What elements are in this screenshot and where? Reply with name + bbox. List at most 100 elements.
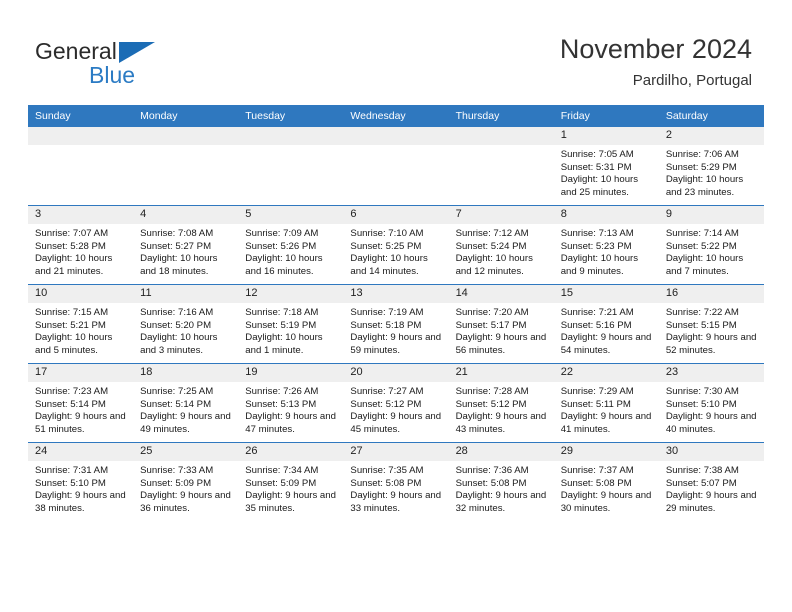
calendar-day-cell[interactable]: 28 Sunrise: 7:36 AM Sunset: 5:08 PM Dayligh… [448,442,554,521]
weekday-header-friday: Friday [553,105,659,127]
daylight-text: Daylight: 9 hours and 29 minutes. [665,490,757,514]
calendar-day-cell[interactable]: 22 Sunrise: 7:29 AM Sunset: 5:11 PM Dayligh… [553,363,659,443]
calendar-day-cell[interactable]: 14 Sunrise: 7:20 AM Sunset: 5:17 PM Dayligh… [448,284,554,364]
daylight-text: Daylight: 9 hours and 59 minutes. [350,332,442,356]
calendar-day-cell[interactable]: 17 Sunrise: 7:23 AM Sunset: 5:14 PM Dayligh… [28,363,134,443]
calendar-body: 1 Sunrise: 7:05 AM Sunset: 5:31 PM Daylight… [28,127,764,521]
sunrise-text: Sunrise: 7:10 AM [350,228,424,239]
calendar-day-cell[interactable]: 16 Sunrise: 7:22 AM Sunset: 5:15 PM Dayligh… [658,284,764,364]
calendar-day-cell[interactable]: 10 Sunrise: 7:15 AM Sunset: 5:21 PM Dayligh… [28,284,134,364]
calendar-day-cell[interactable]: 19 Sunrise: 7:26 AM Sunset: 5:13 PM Dayligh… [238,363,344,443]
sunset-text: Sunset: 5:20 PM [140,319,212,331]
day-number: 12 [238,285,344,303]
sunset-text: Sunset: 5:13 PM [245,398,317,410]
sunset-text: Sunset: 5:25 PM [350,240,422,252]
sunset-text: Sunset: 5:08 PM [455,477,527,489]
calendar-day-cell[interactable]: 13 Sunrise: 7:19 AM Sunset: 5:18 PM Dayligh… [343,284,449,364]
day-number: 24 [28,443,134,461]
day-number: 8 [553,206,659,224]
calendar-day-cell[interactable]: 4 Sunrise: 7:08 AM Sunset: 5:27 PM Daylight… [133,205,239,285]
day-details: Sunrise: 7:29 AM Sunset: 5:11 PM Daylight:… [554,382,659,436]
calendar-day-cell[interactable]: 8 Sunrise: 7:13 AM Sunset: 5:23 PM Daylight… [553,205,659,285]
day-details: Sunrise: 7:31 AM Sunset: 5:10 PM Daylight:… [28,461,133,515]
daylight-text: Daylight: 9 hours and 51 minutes. [35,411,126,435]
calendar-week-row: 17 Sunrise: 7:23 AM Sunset: 5:14 PM Dayligh… [28,363,764,443]
logo-top-row: General [35,38,235,64]
calendar-day-cell[interactable]: 30 Sunrise: 7:38 AM Sunset: 5:07 PM Dayligh… [658,442,764,521]
weekday-header-sunday: Sunday [28,105,134,127]
day-number: 20 [343,364,449,382]
sunrise-text: Sunrise: 7:38 AM [665,465,739,476]
sunset-text: Sunset: 5:26 PM [245,240,317,252]
calendar-day-cell[interactable]: 20 Sunrise: 7:27 AM Sunset: 5:12 PM Dayligh… [343,363,449,443]
calendar-day-cell[interactable]: 6 Sunrise: 7:10 AM Sunset: 5:25 PM Daylight… [343,205,449,285]
sunrise-text: Sunrise: 7:06 AM [665,149,739,160]
sunset-text: Sunset: 5:31 PM [560,161,632,173]
daylight-text: Daylight: 10 hours and 5 minutes. [35,332,113,356]
sunset-text: Sunset: 5:11 PM [560,398,631,410]
daylight-text: Daylight: 10 hours and 21 minutes. [35,253,113,277]
sunset-text: Sunset: 5:14 PM [140,398,212,410]
calendar-day-cell[interactable]: 5 Sunrise: 7:09 AM Sunset: 5:26 PM Daylight… [238,205,344,285]
daylight-text: Daylight: 9 hours and 30 minutes. [560,490,652,514]
day-number: 21 [448,364,554,382]
sunrise-sunset-calendar: Sunday Monday Tuesday Wednesday Thursday… [28,105,764,521]
calendar-week-row: 1 Sunrise: 7:05 AM Sunset: 5:31 PM Daylight… [28,127,764,206]
sunset-text: Sunset: 5:15 PM [665,319,737,331]
calendar-day-cell[interactable]: 11 Sunrise: 7:16 AM Sunset: 5:20 PM Dayligh… [133,284,239,364]
sunset-text: Sunset: 5:18 PM [350,319,422,331]
sunset-text: Sunset: 5:23 PM [560,240,632,252]
sunrise-text: Sunrise: 7:33 AM [140,465,214,476]
calendar-day-cell[interactable]: 24 Sunrise: 7:31 AM Sunset: 5:10 PM Dayligh… [28,442,134,521]
calendar-day-cell[interactable]: 26 Sunrise: 7:34 AM Sunset: 5:09 PM Dayligh… [238,442,344,521]
calendar-day-cell[interactable]: 21 Sunrise: 7:28 AM Sunset: 5:12 PM Dayligh… [448,363,554,443]
day-details: Sunrise: 7:20 AM Sunset: 5:17 PM Daylight:… [449,303,554,357]
daylight-text: Daylight: 9 hours and 47 minutes. [245,411,336,435]
calendar-week-row: 24 Sunrise: 7:31 AM Sunset: 5:10 PM Dayligh… [28,442,764,521]
day-number [343,127,449,145]
calendar-day-cell-empty [448,127,554,206]
day-details: Sunrise: 7:22 AM Sunset: 5:15 PM Daylight:… [659,303,764,357]
sunset-text: Sunset: 5:12 PM [350,398,422,410]
day-number: 22 [553,364,659,382]
sunrise-text: Sunrise: 7:12 AM [455,228,529,239]
daylight-text: Daylight: 9 hours and 52 minutes. [665,332,757,356]
calendar-day-cell[interactable]: 9 Sunrise: 7:14 AM Sunset: 5:22 PM Daylight… [658,205,764,285]
daylight-text: Daylight: 10 hours and 9 minutes. [560,253,639,277]
weekday-header-saturday: Saturday [658,105,764,127]
calendar-day-cell[interactable]: 23 Sunrise: 7:30 AM Sunset: 5:10 PM Dayligh… [658,363,764,443]
sunrise-text: Sunrise: 7:21 AM [560,307,634,318]
day-details: Sunrise: 7:05 AM Sunset: 5:31 PM Daylight:… [554,145,659,199]
day-number: 23 [658,364,764,382]
day-number: 26 [238,443,344,461]
calendar-day-cell[interactable]: 1 Sunrise: 7:05 AM Sunset: 5:31 PM Daylight… [553,127,659,206]
calendar-day-cell[interactable]: 18 Sunrise: 7:25 AM Sunset: 5:14 PM Dayligh… [133,363,239,443]
sunset-text: Sunset: 5:10 PM [665,398,737,410]
calendar-day-cell[interactable]: 12 Sunrise: 7:18 AM Sunset: 5:19 PM Dayligh… [238,284,344,364]
calendar-day-cell[interactable]: 3 Sunrise: 7:07 AM Sunset: 5:28 PM Daylight… [28,205,134,285]
day-number: 3 [28,206,134,224]
day-details: Sunrise: 7:23 AM Sunset: 5:14 PM Daylight:… [28,382,133,436]
calendar-day-cell[interactable]: 25 Sunrise: 7:33 AM Sunset: 5:09 PM Dayligh… [133,442,239,521]
calendar-day-cell[interactable]: 7 Sunrise: 7:12 AM Sunset: 5:24 PM Daylight… [448,205,554,285]
sunset-text: Sunset: 5:22 PM [665,240,737,252]
day-number [448,127,554,145]
calendar-day-cell[interactable]: 27 Sunrise: 7:35 AM Sunset: 5:08 PM Dayligh… [343,442,449,521]
sunrise-text: Sunrise: 7:30 AM [665,386,739,397]
day-details: Sunrise: 7:34 AM Sunset: 5:09 PM Daylight:… [238,461,343,515]
calendar-day-cell[interactable]: 29 Sunrise: 7:37 AM Sunset: 5:08 PM Dayligh… [553,442,659,521]
daylight-text: Daylight: 10 hours and 16 minutes. [245,253,323,277]
day-number: 29 [553,443,659,461]
daylight-text: Daylight: 10 hours and 3 minutes. [140,332,218,356]
day-number: 15 [553,285,659,303]
day-number: 5 [238,206,344,224]
day-details: Sunrise: 7:36 AM Sunset: 5:08 PM Daylight:… [449,461,554,515]
sunset-text: Sunset: 5:09 PM [140,477,212,489]
calendar-header-row: Sunday Monday Tuesday Wednesday Thursday… [28,105,764,127]
sunset-text: Sunset: 5:09 PM [245,477,317,489]
sunset-text: Sunset: 5:21 PM [35,319,106,331]
sunrise-text: Sunrise: 7:16 AM [140,307,214,318]
calendar-day-cell[interactable]: 15 Sunrise: 7:21 AM Sunset: 5:16 PM Dayligh… [553,284,659,364]
calendar-day-cell[interactable]: 2 Sunrise: 7:06 AM Sunset: 5:29 PM Daylight… [658,127,764,206]
day-details: Sunrise: 7:08 AM Sunset: 5:27 PM Daylight:… [133,224,238,278]
